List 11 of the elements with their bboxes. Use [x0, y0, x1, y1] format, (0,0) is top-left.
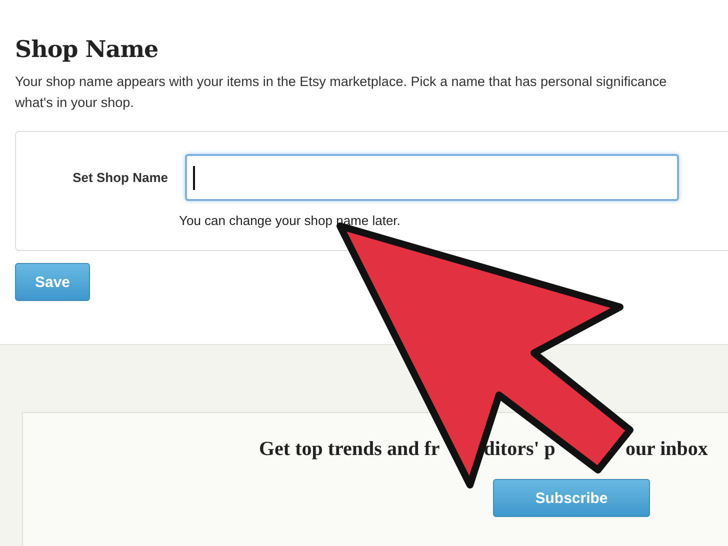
shop-name-field[interactable]: [185, 154, 679, 201]
newsletter-heading: Get top trends and fr: [259, 438, 440, 461]
subscribe-button[interactable]: Subscribe: [493, 479, 650, 517]
newsletter-heading: our inbox: [625, 438, 708, 461]
description-text: what's in your shop.: [15, 94, 134, 112]
save-button[interactable]: Save: [15, 263, 90, 301]
field-label: Set Shop Name: [72, 170, 168, 185]
text-cursor-icon: [193, 166, 195, 190]
section-title: Shop Name: [15, 36, 160, 63]
newsletter-heading: ditors' p: [484, 438, 556, 461]
description-text: Your shop name appears with your items in the Etsy marketplace. Pick a name that has personal significance: [15, 73, 667, 91]
